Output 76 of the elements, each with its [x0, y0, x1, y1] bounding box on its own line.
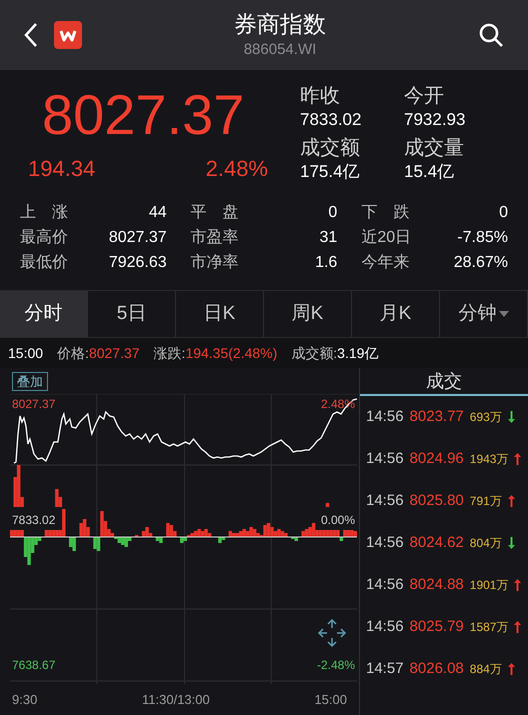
change-label: 涨跌: [154, 344, 186, 362]
trade-time: 14:56 [366, 406, 404, 427]
stat-value: 0 [499, 203, 508, 223]
trade-time: 14:57 [366, 658, 404, 679]
trade-volume: 1587万 [470, 619, 508, 636]
low-percent-label: -2.48% [316, 657, 355, 674]
trade-price: 8025.79 [410, 616, 464, 637]
summary-label: 今开 [404, 84, 445, 109]
trades-header: 成交 [360, 368, 528, 396]
stat-value: 28.67% [454, 253, 508, 273]
stat-value: -7.85% [457, 228, 508, 248]
stat-label: 最高价 [20, 228, 68, 248]
summary-label: 成交量 [404, 136, 465, 160]
stat-value: 8027.37 [108, 228, 167, 248]
stat-value: 7926.63 [108, 253, 167, 273]
stat-label: 最低价 [20, 253, 68, 273]
trade-volume: 804万 [470, 535, 502, 552]
base-price-label: 7833.02 [12, 512, 56, 529]
trade-volume: 1943万 [470, 451, 508, 468]
time-axis-label: 11:30/13:00 [142, 691, 210, 709]
trade-volume: 1901万 [470, 577, 508, 594]
summary-label: 成交额 [300, 136, 361, 160]
overlay-button[interactable]: 叠加 [12, 372, 48, 390]
stat-label: 市净率 [190, 252, 239, 273]
back-icon[interactable] [24, 22, 38, 48]
trade-time: 14:56 [366, 490, 404, 511]
trade-price: 8024.88 [410, 574, 464, 595]
price-change: 194.34 [28, 155, 96, 183]
trade-price: 8024.96 [410, 448, 464, 469]
volume-bar [326, 503, 330, 507]
amount-label: 成交额: [291, 344, 338, 362]
stat-label: 今年来 [361, 252, 410, 273]
low-price-label: 7638.67 [12, 657, 56, 674]
info-time: 15:00 [8, 344, 44, 362]
price-label: 价格: [57, 344, 89, 362]
percent-change: 2.48% [206, 155, 268, 183]
trade-time: 14:56 [366, 616, 404, 637]
page-title: 券商指数 [234, 10, 326, 39]
stat-label: 下 跌 [361, 203, 410, 223]
stat-value: 31 [320, 228, 338, 248]
change-value: 194.35(2.48%) [185, 344, 278, 363]
expand-arrows-icon[interactable] [317, 618, 347, 648]
trade-time: 14:56 [366, 574, 404, 595]
dropdown-caret-icon [498, 311, 508, 317]
trade-price: 8023.77 [410, 406, 464, 427]
stat-value: 0 [328, 203, 338, 223]
base-percent-label: 0.00% [320, 512, 355, 529]
summary-label: 昨收 [300, 84, 341, 109]
high-price-label: 8027.37 [12, 396, 56, 413]
app-logo-icon [54, 21, 82, 49]
price-value: 8027.37 [88, 344, 140, 362]
trade-time: 14:56 [366, 532, 404, 553]
summary-value: 7833.02 [300, 109, 362, 130]
chart-tab[interactable]: 分时 [0, 291, 88, 337]
current-price: 8027.37 [41, 84, 246, 146]
trade-volume: 693万 [470, 409, 502, 426]
summary-value: 7932.93 [404, 109, 466, 130]
stat-label: 市盈率 [190, 228, 239, 248]
time-axis-label: 9:30 [12, 691, 38, 709]
trade-price: 8025.80 [410, 490, 464, 511]
trade-volume: 884万 [470, 661, 502, 678]
trade-price: 8024.62 [410, 532, 464, 553]
stat-value: 1.6 [315, 253, 338, 273]
search-icon[interactable] [478, 22, 504, 48]
time-axis-label: 15:00 [314, 691, 347, 709]
stat-value: 44 [148, 203, 167, 223]
stat-label: 平 盘 [190, 203, 239, 223]
trade-volume: 791万 [470, 493, 502, 510]
amount-value: 3.19亿 [337, 344, 378, 362]
stat-label: 近20日 [361, 228, 412, 248]
index-code: 886054.WI [244, 40, 316, 60]
trade-time: 14:56 [366, 448, 404, 469]
trade-price: 8026.08 [410, 658, 464, 679]
summary-value: 15.4亿 [404, 160, 456, 182]
summary-value: 175.4亿 [300, 160, 361, 182]
stat-label: 上 涨 [20, 202, 68, 223]
